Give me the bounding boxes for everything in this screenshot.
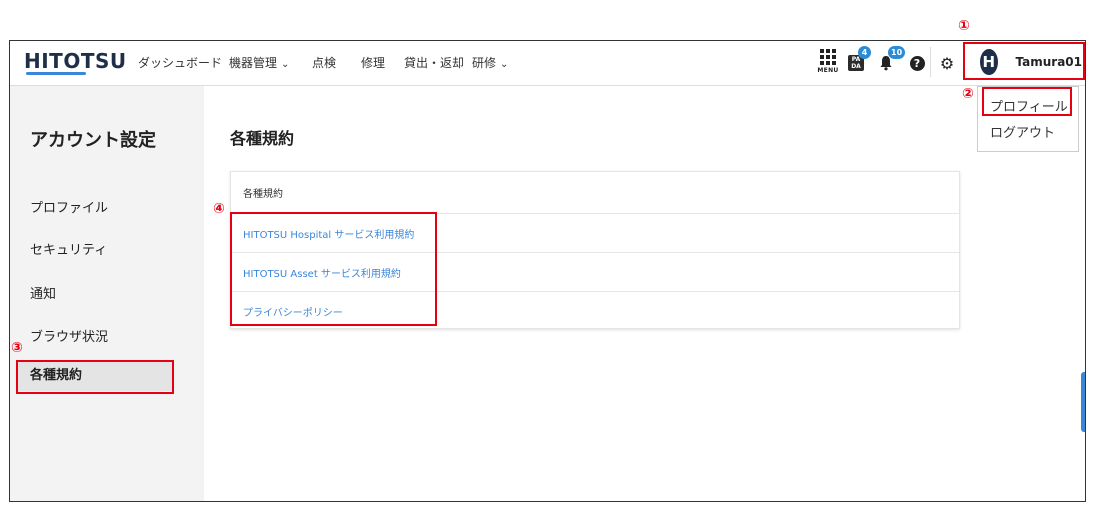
callout-number-1: ① <box>958 18 970 34</box>
nav-lending-return-label: 貸出・返却 <box>404 56 465 70</box>
app-menu-button[interactable]: MENU <box>815 48 841 74</box>
sidebar-title: アカウント設定 <box>30 130 156 151</box>
grid-menu-icon <box>820 48 836 65</box>
nav-repair-label: 修理 <box>361 56 386 70</box>
nav-equipment-management-label: 機器管理 <box>229 56 278 70</box>
settings-button[interactable]: ⚙ <box>937 51 957 75</box>
notifications-count-badge: 10 <box>888 46 906 59</box>
page-title: 各種規約 <box>230 129 295 148</box>
nav-training-label: 研修 <box>472 56 497 70</box>
gear-icon: ⚙ <box>939 53 955 73</box>
sidebar-item-security[interactable]: セキュリティ <box>30 239 107 258</box>
toolbar-divider <box>930 47 931 77</box>
logo-underline <box>26 72 86 75</box>
top-navigation-bar: HITOTSU ダッシュボード 機器管理 ⌄ 点検 修理 貸出・返却 研修 ⌄ ME… <box>10 41 1085 86</box>
app-window: HITOTSU ダッシュボード 機器管理 ⌄ 点検 修理 貸出・返却 研修 ⌄ ME… <box>9 40 1086 502</box>
hitotsu-logo[interactable]: HITOTSU <box>24 49 127 73</box>
callout-number-3: ③ <box>11 340 23 356</box>
chevron-down-icon: ⌄ <box>281 59 290 70</box>
nav-dashboard[interactable]: ダッシュボード <box>138 54 222 71</box>
nav-lending-return[interactable]: 貸出・返却 <box>404 54 464 71</box>
callout-box-profile <box>982 87 1072 116</box>
help-icon: ? <box>909 55 925 71</box>
card-header: 各種規約 <box>243 189 283 200</box>
nav-inspection[interactable]: 点検 <box>312 54 336 71</box>
callout-box-user-menu <box>963 42 1085 80</box>
pada-button[interactable]: PA DA 4 <box>846 46 871 75</box>
pada-count-badge: 4 <box>858 46 871 59</box>
nav-equipment-management[interactable]: 機器管理 ⌄ <box>229 54 289 71</box>
callout-number-2: ② <box>962 86 974 102</box>
sidebar-item-browser-status[interactable]: ブラウザ状況 <box>30 326 108 345</box>
sidebar-item-profile[interactable]: プロファイル <box>30 197 108 216</box>
notifications-button[interactable]: 10 <box>876 46 906 75</box>
nav-repair[interactable]: 修理 <box>361 54 385 71</box>
dropdown-item-logout[interactable]: ログアウト <box>990 122 1055 141</box>
nav-training[interactable]: 研修 ⌄ <box>472 54 508 71</box>
account-settings-sidebar: アカウント設定 プロファイル セキュリティ 通知 ブラウザ状況 各種規約 <box>10 86 204 501</box>
chevron-down-icon: ⌄ <box>500 59 509 70</box>
nav-dashboard-label: ダッシュボード <box>138 56 223 70</box>
callout-number-4: ④ <box>213 201 225 217</box>
menu-label: MENU <box>817 66 839 74</box>
side-drawer-tab[interactable] <box>1081 372 1085 432</box>
sidebar-item-notifications[interactable]: 通知 <box>30 283 56 302</box>
callout-box-terms-sidebar <box>16 360 174 394</box>
nav-inspection-label: 点検 <box>312 56 337 70</box>
callout-box-terms-links <box>230 212 437 326</box>
help-button[interactable]: ? <box>907 51 927 75</box>
